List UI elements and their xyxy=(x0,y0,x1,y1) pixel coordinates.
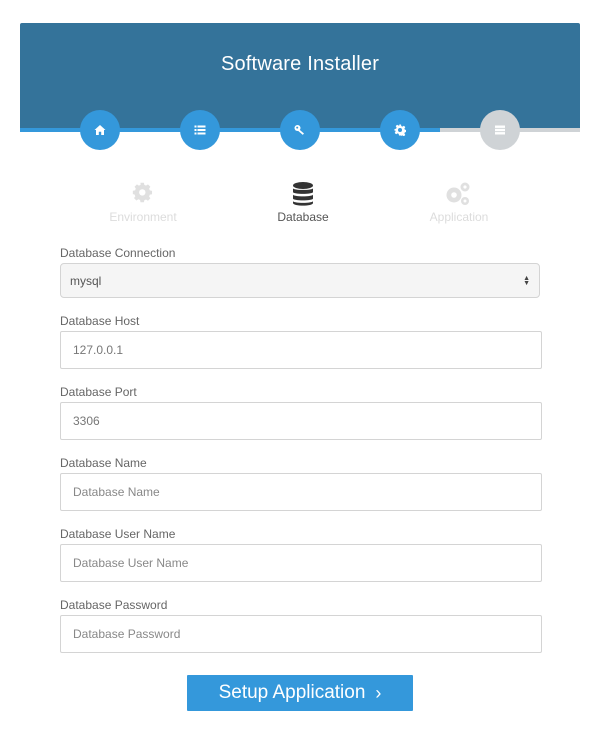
chevron-right-icon: › xyxy=(375,682,382,703)
gear-icon xyxy=(132,182,153,203)
host-input[interactable]: 127.0.0.1 xyxy=(60,331,542,369)
key-icon xyxy=(294,125,304,135)
connection-label: Database Connection xyxy=(60,246,176,260)
select-arrows-icon: ▲ ▼ xyxy=(523,274,530,287)
setup-application-button[interactable]: Setup Application › xyxy=(187,675,413,711)
wizard-tabs: Environment Database Application xyxy=(20,181,580,231)
tab-label: Environment xyxy=(109,210,177,224)
tab-database[interactable]: Database xyxy=(233,181,373,224)
username-label: Database User Name xyxy=(60,527,176,541)
tab-label: Database xyxy=(277,210,329,224)
step-requirements[interactable] xyxy=(180,110,220,150)
gear-icon xyxy=(394,124,406,136)
step-final[interactable] xyxy=(480,110,520,150)
password-label: Database Password xyxy=(60,598,168,612)
password-input[interactable]: Database Password xyxy=(60,615,542,653)
gears-icon xyxy=(446,182,470,205)
tab-application[interactable]: Application xyxy=(389,181,529,224)
server-icon xyxy=(495,125,505,135)
connection-select[interactable]: mysql ▲ ▼ xyxy=(60,263,540,298)
tab-label: Application xyxy=(429,210,489,224)
name-label: Database Name xyxy=(60,456,147,470)
database-name-input[interactable]: Database Name xyxy=(60,473,542,511)
step-home[interactable] xyxy=(80,110,120,150)
tab-environment[interactable]: Environment xyxy=(73,181,213,224)
page-title: Software Installer xyxy=(220,53,380,75)
list-icon xyxy=(194,125,206,135)
connection-value: mysql xyxy=(70,273,102,288)
step-environment[interactable] xyxy=(380,110,420,150)
home-icon xyxy=(94,125,106,135)
username-input[interactable]: Database User Name xyxy=(60,544,542,582)
database-icon xyxy=(293,182,313,206)
port-input[interactable]: 3306 xyxy=(60,402,542,440)
host-label: Database Host xyxy=(60,314,140,328)
installer-card: Software Installer Environment Database … xyxy=(20,23,580,746)
port-label: Database Port xyxy=(60,385,137,399)
setup-application-label: Setup Application xyxy=(218,682,366,703)
step-permissions[interactable] xyxy=(280,110,320,150)
